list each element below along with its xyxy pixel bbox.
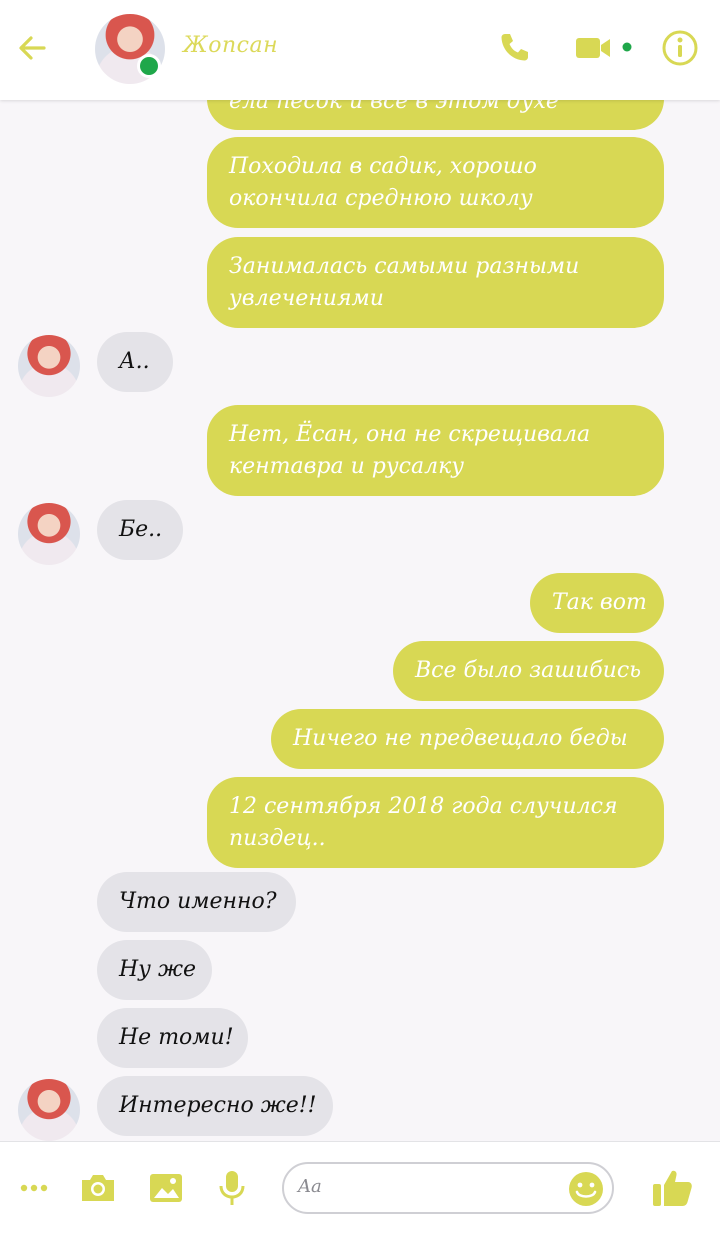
- camera-icon[interactable]: [78, 1168, 118, 1208]
- phone-icon[interactable]: [494, 28, 534, 68]
- video-active-dot: [622, 42, 632, 52]
- contact-avatar-small[interactable]: [18, 335, 80, 397]
- online-status-dot: [137, 54, 161, 78]
- back-arrow-icon[interactable]: [14, 30, 50, 66]
- message-bubble-out[interactable]: 12 сентября 2018 года случился пиздец..: [207, 777, 664, 868]
- message-bubble-out[interactable]: Все было зашибись: [393, 641, 664, 701]
- message-bubble-out[interactable]: Походила в садик, хорошо окончила средню…: [207, 137, 664, 228]
- composer-bar: Aa: [0, 1141, 720, 1233]
- message-bubble-out[interactable]: Так вот: [530, 573, 664, 633]
- message-input-placeholder: Aa: [298, 1176, 322, 1197]
- message-bubble-out[interactable]: Занималась самыми разными увлечениями: [207, 237, 664, 328]
- message-bubble-out[interactable]: Ничего не предвещало беды: [271, 709, 664, 769]
- emoji-icon[interactable]: [566, 1169, 606, 1209]
- more-dots-icon[interactable]: [14, 1168, 54, 1208]
- message-bubble-in[interactable]: Ну же: [97, 940, 212, 1000]
- message-input[interactable]: Aa: [282, 1162, 614, 1214]
- message-bubble-out[interactable]: Нет, Ёсан, она не скрещивала кентавра и …: [207, 405, 664, 496]
- chat-header: Жопсан: [0, 0, 720, 100]
- contact-avatar[interactable]: [95, 14, 165, 84]
- message-bubble-in[interactable]: Интересно же!!: [97, 1076, 333, 1136]
- contact-name[interactable]: Жопсан: [183, 33, 278, 58]
- contact-avatar-small[interactable]: [18, 1079, 80, 1141]
- message-bubble-in[interactable]: Бе..: [97, 500, 183, 560]
- info-icon[interactable]: [660, 28, 700, 68]
- image-icon[interactable]: [146, 1168, 186, 1208]
- message-bubble-in[interactable]: Что именно?: [97, 872, 296, 932]
- thumbs-up-icon[interactable]: [650, 1165, 696, 1211]
- microphone-icon[interactable]: [212, 1168, 252, 1208]
- message-bubble-in[interactable]: А..: [97, 332, 173, 392]
- message-bubble-in[interactable]: Не томи!: [97, 1008, 248, 1068]
- video-camera-icon[interactable]: [574, 28, 638, 68]
- contact-avatar-small[interactable]: [18, 503, 80, 565]
